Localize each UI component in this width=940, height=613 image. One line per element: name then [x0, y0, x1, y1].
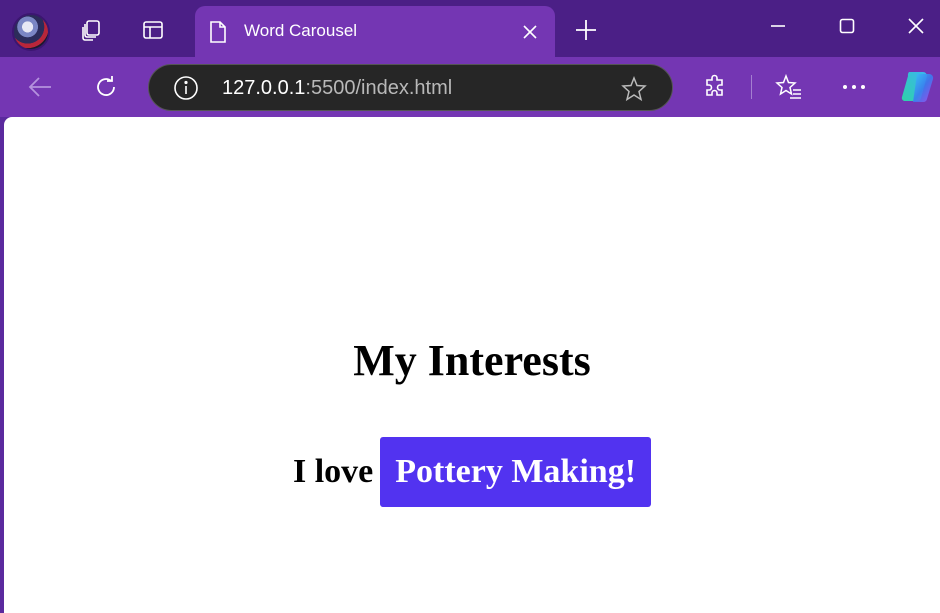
extensions-icon[interactable] — [696, 68, 734, 106]
title-bar: Word Carousel — [0, 0, 940, 57]
maximize-icon[interactable] — [824, 6, 870, 46]
page-icon — [207, 20, 229, 49]
refresh-icon[interactable] — [87, 68, 125, 106]
carousel-word: Pottery Making! — [380, 437, 652, 507]
info-icon[interactable] — [173, 75, 199, 106]
toolbar-separator — [751, 75, 752, 99]
tab-close-icon[interactable] — [520, 22, 540, 42]
page-viewport: My Interests I love Pottery Making! — [4, 117, 940, 613]
profile-avatar[interactable] — [12, 13, 50, 51]
close-icon[interactable] — [893, 6, 939, 46]
tab-title: Word Carousel — [244, 21, 358, 40]
copilot-icon[interactable] — [899, 70, 935, 104]
sentence-prefix: I love — [292, 453, 374, 490]
url-text[interactable]: 127.0.0.1:5500/index.html — [222, 77, 452, 100]
workspaces-icon[interactable] — [72, 11, 110, 49]
active-tab[interactable]: Word Carousel — [195, 6, 555, 57]
star-icon[interactable] — [621, 75, 647, 107]
more-icon[interactable] — [835, 68, 873, 106]
new-tab-button[interactable] — [568, 12, 604, 48]
address-bar[interactable]: 127.0.0.1:5500/index.html — [148, 64, 673, 111]
interest-sentence: I love Pottery Making! — [4, 437, 940, 507]
page-heading: My Interests — [353, 336, 591, 385]
minimize-icon[interactable] — [755, 6, 801, 46]
favorites-icon[interactable] — [770, 68, 808, 106]
browser-toolbar: 127.0.0.1:5500/index.html — [0, 57, 940, 117]
back-arrow-icon[interactable] — [21, 68, 59, 106]
tab-actions-icon[interactable] — [134, 11, 172, 49]
